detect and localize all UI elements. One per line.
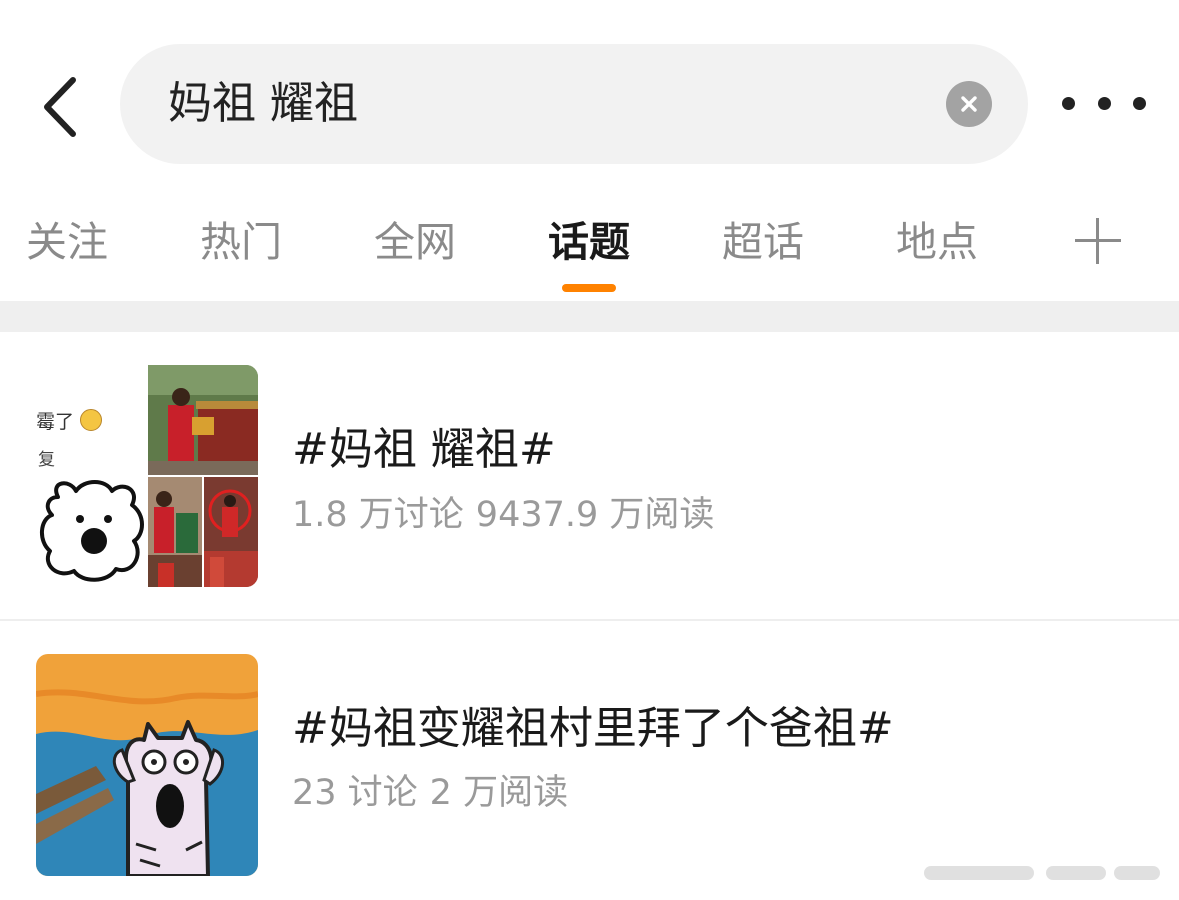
clear-search-button[interactable]	[946, 81, 992, 127]
topic-stats: 1.8 万讨论 9437.9 万阅读	[292, 490, 714, 540]
tab-hot[interactable]: 热门	[171, 214, 311, 270]
tab-all-web[interactable]: 全网	[345, 214, 485, 270]
meme-caption: 霉了	[36, 411, 75, 433]
discussion-count: 1.8 万讨论	[292, 495, 464, 535]
tab-super-topics[interactable]: 超话	[693, 214, 833, 270]
topic-title[interactable]: #妈祖 耀祖#	[292, 420, 556, 480]
topic-stats: 23 讨论 2 万阅读	[292, 768, 568, 818]
back-button[interactable]	[24, 62, 94, 152]
tab-topics[interactable]: 话题	[519, 214, 659, 270]
scream-cat-illustration	[36, 654, 258, 876]
watermark	[914, 862, 1170, 884]
read-count: 9437.9 万阅读	[475, 495, 715, 535]
more-horizontal-icon	[1062, 96, 1075, 110]
more-dot	[1097, 96, 1111, 110]
active-tab-indicator	[562, 284, 616, 292]
list-divider	[0, 619, 1179, 621]
chevron-left-icon	[44, 77, 76, 137]
search-input[interactable]: 妈祖 耀祖	[120, 44, 1028, 164]
read-count: 2 万阅读	[429, 773, 569, 813]
tab-locations[interactable]: 地点	[867, 214, 1007, 270]
topic-title[interactable]: #妈祖变耀祖村里拜了个爸祖#	[292, 699, 894, 759]
white-dog-illustration	[40, 480, 144, 582]
more-button[interactable]	[1062, 80, 1146, 126]
search-query[interactable]: 妈祖 耀祖	[168, 74, 358, 134]
more-dot	[1133, 96, 1146, 110]
clear-icon	[961, 96, 977, 112]
top-bar: 妈祖 耀祖	[0, 0, 1179, 180]
topic-item[interactable]: 霉了 复 #妈祖 耀祖# 1.8 万讨论 9437.9 万阅读	[0, 332, 1179, 620]
discussion-count: 23 讨论	[292, 773, 418, 813]
search-tabs: 关注 热门 全网 话题 超话 地点	[0, 200, 1179, 300]
temple-photo	[148, 365, 258, 475]
tab-following[interactable]: 关注	[0, 214, 137, 270]
meme-caption: 复	[38, 450, 55, 470]
meme-image: 霉了 复	[36, 365, 148, 587]
emoji-icon	[80, 409, 102, 431]
topic-thumbnail	[36, 654, 258, 876]
plus-icon[interactable]	[1075, 218, 1121, 264]
section-separator	[0, 301, 1179, 332]
circled-person-photo	[204, 477, 258, 587]
topic-thumbnail: 霉了 复	[36, 365, 258, 587]
crowd-photo	[148, 477, 202, 587]
